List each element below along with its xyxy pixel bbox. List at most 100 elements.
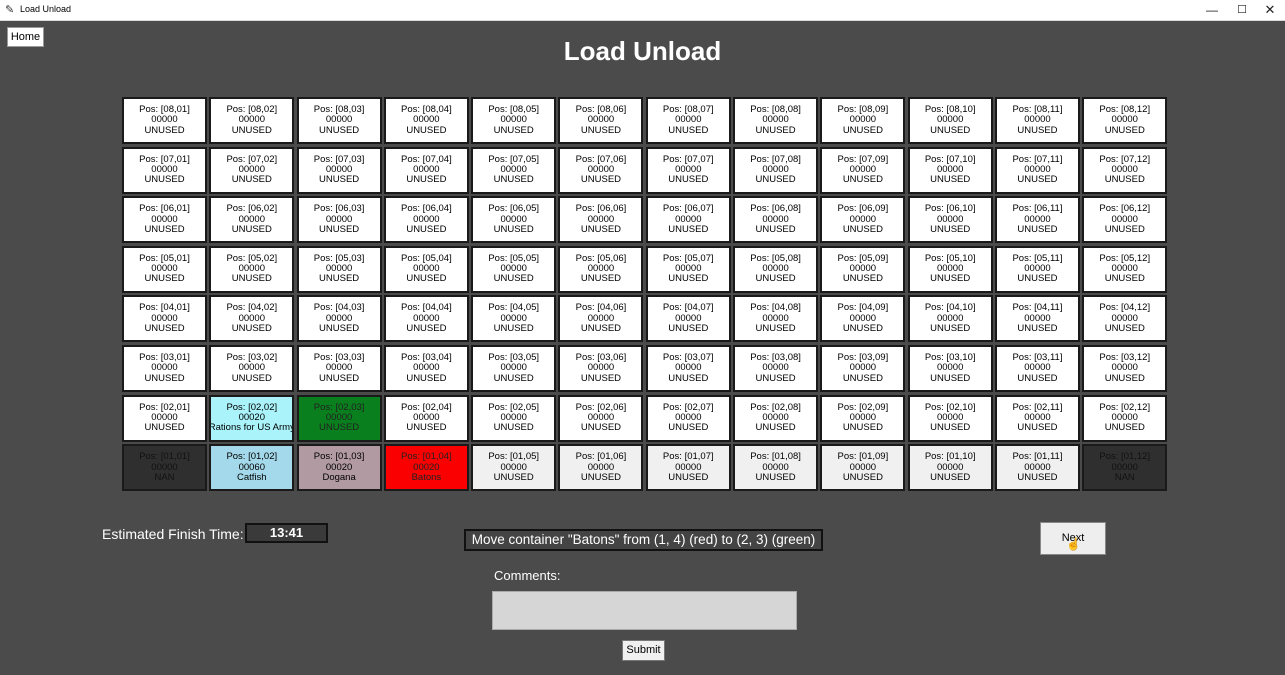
slot-cell[interactable]: Pos: [04,03] 00000 UNUSED — [296, 295, 382, 343]
slot-cell[interactable]: Pos: [08,04] 00000 UNUSED — [383, 97, 469, 144]
slot-cell[interactable]: Pos: [06,05] 00000 UNUSED — [471, 196, 557, 244]
slot-cell[interactable]: Pos: [06,11] 00000 UNUSED — [994, 196, 1080, 244]
slot-cell[interactable]: Pos: [04,02] 00000 UNUSED — [209, 295, 295, 343]
slot-cell[interactable]: Pos: [07,04] 00000 UNUSED — [383, 146, 469, 194]
slot-cell[interactable]: Pos: [06,06] 00000 UNUSED — [558, 196, 644, 244]
slot-cell[interactable]: Pos: [04,05] 00000 UNUSED — [471, 295, 557, 343]
slot-cell[interactable]: Pos: [04,08] 00000 UNUSED — [733, 295, 819, 343]
slot-cell[interactable]: Pos: [07,06] 00000 UNUSED — [558, 146, 644, 194]
slot-cell[interactable]: Pos: [01,05] 00000 UNUSED — [471, 444, 557, 492]
slot-cell[interactable]: Pos: [03,12] 00000 UNUSED — [1082, 344, 1168, 392]
slot-cell[interactable]: Pos: [02,01] 00000 UNUSED — [122, 394, 207, 442]
slot-cell[interactable]: Pos: [05,05] 00000 UNUSED — [471, 245, 557, 293]
slot-cell[interactable]: Pos: [08,05] 00000 UNUSED — [471, 97, 557, 144]
slot-cell[interactable]: Pos: [02,04] 00000 UNUSED — [383, 394, 469, 442]
slot-cell[interactable]: Pos: [05,04] 00000 UNUSED — [383, 245, 469, 293]
slot-cell[interactable]: Pos: [04,11] 00000 UNUSED — [994, 295, 1080, 343]
slot-cell[interactable]: Pos: [02,02] 00020 Rations for US Army — [209, 394, 295, 442]
slot-cell[interactable]: Pos: [06,02] 00000 UNUSED — [209, 196, 295, 244]
slot-cell[interactable]: Pos: [04,04] 00000 UNUSED — [383, 295, 469, 343]
slot-cell[interactable]: Pos: [08,12] 00000 UNUSED — [1082, 97, 1168, 144]
slot-cell[interactable]: Pos: [01,12] 00000 NAN — [1082, 444, 1168, 492]
slot-cell[interactable]: Pos: [08,02] 00000 UNUSED — [209, 97, 295, 144]
slot-cell[interactable]: Pos: [03,08] 00000 UNUSED — [733, 344, 819, 392]
slot-cell[interactable]: Pos: [08,07] 00000 UNUSED — [645, 97, 731, 144]
slot-cell[interactable]: Pos: [01,10] 00000 UNUSED — [907, 444, 993, 492]
slot-cell[interactable]: Pos: [03,09] 00000 UNUSED — [820, 344, 906, 392]
slot-cell[interactable]: Pos: [07,07] 00000 UNUSED — [645, 146, 731, 194]
slot-cell[interactable]: Pos: [02,09] 00000 UNUSED — [820, 394, 906, 442]
slot-cell[interactable]: Pos: [05,01] 00000 UNUSED — [122, 245, 207, 293]
slot-cell[interactable]: Pos: [03,01] 00000 UNUSED — [122, 344, 207, 392]
slot-cell[interactable]: Pos: [08,11] 00000 UNUSED — [994, 97, 1080, 144]
slot-cell[interactable]: Pos: [06,07] 00000 UNUSED — [645, 196, 731, 244]
slot-cell[interactable]: Pos: [05,09] 00000 UNUSED — [820, 245, 906, 293]
slot-cell[interactable]: Pos: [01,04] 00020 Batons — [383, 444, 469, 492]
slot-cell[interactable]: Pos: [06,12] 00000 UNUSED — [1082, 196, 1168, 244]
slot-cell[interactable]: Pos: [06,10] 00000 UNUSED — [907, 196, 993, 244]
slot-cell[interactable]: Pos: [02,06] 00000 UNUSED — [558, 394, 644, 442]
slot-cell[interactable]: Pos: [02,11] 00000 UNUSED — [994, 394, 1080, 442]
submit-button[interactable]: Submit — [622, 640, 665, 661]
slot-cell[interactable]: Pos: [03,07] 00000 UNUSED — [645, 344, 731, 392]
slot-cell[interactable]: Pos: [03,02] 00000 UNUSED — [209, 344, 295, 392]
comments-input[interactable] — [492, 591, 797, 630]
slot-cell[interactable]: Pos: [07,01] 00000 UNUSED — [122, 146, 207, 194]
slot-cell[interactable]: Pos: [02,05] 00000 UNUSED — [471, 394, 557, 442]
slot-cell[interactable]: Pos: [08,06] 00000 UNUSED — [558, 97, 644, 144]
slot-cell[interactable]: Pos: [06,08] 00000 UNUSED — [733, 196, 819, 244]
slot-cell[interactable]: Pos: [02,10] 00000 UNUSED — [907, 394, 993, 442]
close-button[interactable]: ✕ — [1256, 1, 1284, 19]
minimize-button[interactable]: — — [1198, 1, 1226, 19]
slot-cell[interactable]: Pos: [01,06] 00000 UNUSED — [558, 444, 644, 492]
slot-cell[interactable]: Pos: [05,07] 00000 UNUSED — [645, 245, 731, 293]
slot-cell[interactable]: Pos: [03,03] 00000 UNUSED — [296, 344, 382, 392]
slot-cell[interactable]: Pos: [05,06] 00000 UNUSED — [558, 245, 644, 293]
slot-cell[interactable]: Pos: [05,03] 00000 UNUSED — [296, 245, 382, 293]
slot-cell[interactable]: Pos: [03,05] 00000 UNUSED — [471, 344, 557, 392]
slot-cell[interactable]: Pos: [01,08] 00000 UNUSED — [733, 444, 819, 492]
slot-cell[interactable]: Pos: [08,09] 00000 UNUSED — [820, 97, 906, 144]
slot-cell[interactable]: Pos: [02,03] 00000 UNUSED — [296, 394, 382, 442]
slot-cell[interactable]: Pos: [08,10] 00000 UNUSED — [907, 97, 993, 144]
slot-cell[interactable]: Pos: [07,08] 00000 UNUSED — [733, 146, 819, 194]
slot-cell[interactable]: Pos: [01,11] 00000 UNUSED — [994, 444, 1080, 492]
slot-cell[interactable]: Pos: [08,03] 00000 UNUSED — [296, 97, 382, 144]
slot-cell[interactable]: Pos: [05,12] 00000 UNUSED — [1082, 245, 1168, 293]
slot-cell[interactable]: Pos: [05,10] 00000 UNUSED — [907, 245, 993, 293]
slot-cell[interactable]: Pos: [05,02] 00000 UNUSED — [209, 245, 295, 293]
slot-cell[interactable]: Pos: [07,10] 00000 UNUSED — [907, 146, 993, 194]
slot-cell[interactable]: Pos: [05,11] 00000 UNUSED — [994, 245, 1080, 293]
slot-cell[interactable]: Pos: [07,02] 00000 UNUSED — [209, 146, 295, 194]
slot-cell[interactable]: Pos: [06,09] 00000 UNUSED — [820, 196, 906, 244]
slot-cell[interactable]: Pos: [02,12] 00000 UNUSED — [1082, 394, 1168, 442]
slot-cell[interactable]: Pos: [02,07] 00000 UNUSED — [645, 394, 731, 442]
slot-cell[interactable]: Pos: [01,03] 00020 Dogana — [296, 444, 382, 492]
slot-cell[interactable]: Pos: [04,07] 00000 UNUSED — [645, 295, 731, 343]
slot-cell[interactable]: Pos: [06,03] 00000 UNUSED — [296, 196, 382, 244]
slot-cell[interactable]: Pos: [03,06] 00000 UNUSED — [558, 344, 644, 392]
slot-cell[interactable]: Pos: [01,09] 00000 UNUSED — [820, 444, 906, 492]
slot-cell[interactable]: Pos: [04,10] 00000 UNUSED — [907, 295, 993, 343]
slot-cell[interactable]: Pos: [07,03] 00000 UNUSED — [296, 146, 382, 194]
slot-cell[interactable]: Pos: [01,02] 00060 Catfish — [209, 444, 295, 492]
slot-cell[interactable]: Pos: [07,12] 00000 UNUSED — [1082, 146, 1168, 194]
slot-cell[interactable]: Pos: [07,05] 00000 UNUSED — [471, 146, 557, 194]
slot-cell[interactable]: Pos: [04,12] 00000 UNUSED — [1082, 295, 1168, 343]
slot-cell[interactable]: Pos: [08,01] 00000 UNUSED — [122, 97, 207, 144]
slot-cell[interactable]: Pos: [04,09] 00000 UNUSED — [820, 295, 906, 343]
slot-cell[interactable]: Pos: [02,08] 00000 UNUSED — [733, 394, 819, 442]
slot-cell[interactable]: Pos: [03,04] 00000 UNUSED — [383, 344, 469, 392]
slot-cell[interactable]: Pos: [08,08] 00000 UNUSED — [733, 97, 819, 144]
slot-cell[interactable]: Pos: [01,07] 00000 UNUSED — [645, 444, 731, 492]
slot-cell[interactable]: Pos: [04,01] 00000 UNUSED — [122, 295, 207, 343]
slot-cell[interactable]: Pos: [06,04] 00000 UNUSED — [383, 196, 469, 244]
slot-cell[interactable]: Pos: [03,11] 00000 UNUSED — [994, 344, 1080, 392]
slot-cell[interactable]: Pos: [07,09] 00000 UNUSED — [820, 146, 906, 194]
slot-cell[interactable]: Pos: [07,11] 00000 UNUSED — [994, 146, 1080, 194]
slot-cell[interactable]: Pos: [01,01] 00000 NAN — [122, 444, 207, 492]
slot-cell[interactable]: Pos: [05,08] 00000 UNUSED — [733, 245, 819, 293]
maximize-button[interactable]: ☐ — [1228, 1, 1256, 19]
slot-cell[interactable]: Pos: [03,10] 00000 UNUSED — [907, 344, 993, 392]
slot-cell[interactable]: Pos: [06,01] 00000 UNUSED — [122, 196, 207, 244]
